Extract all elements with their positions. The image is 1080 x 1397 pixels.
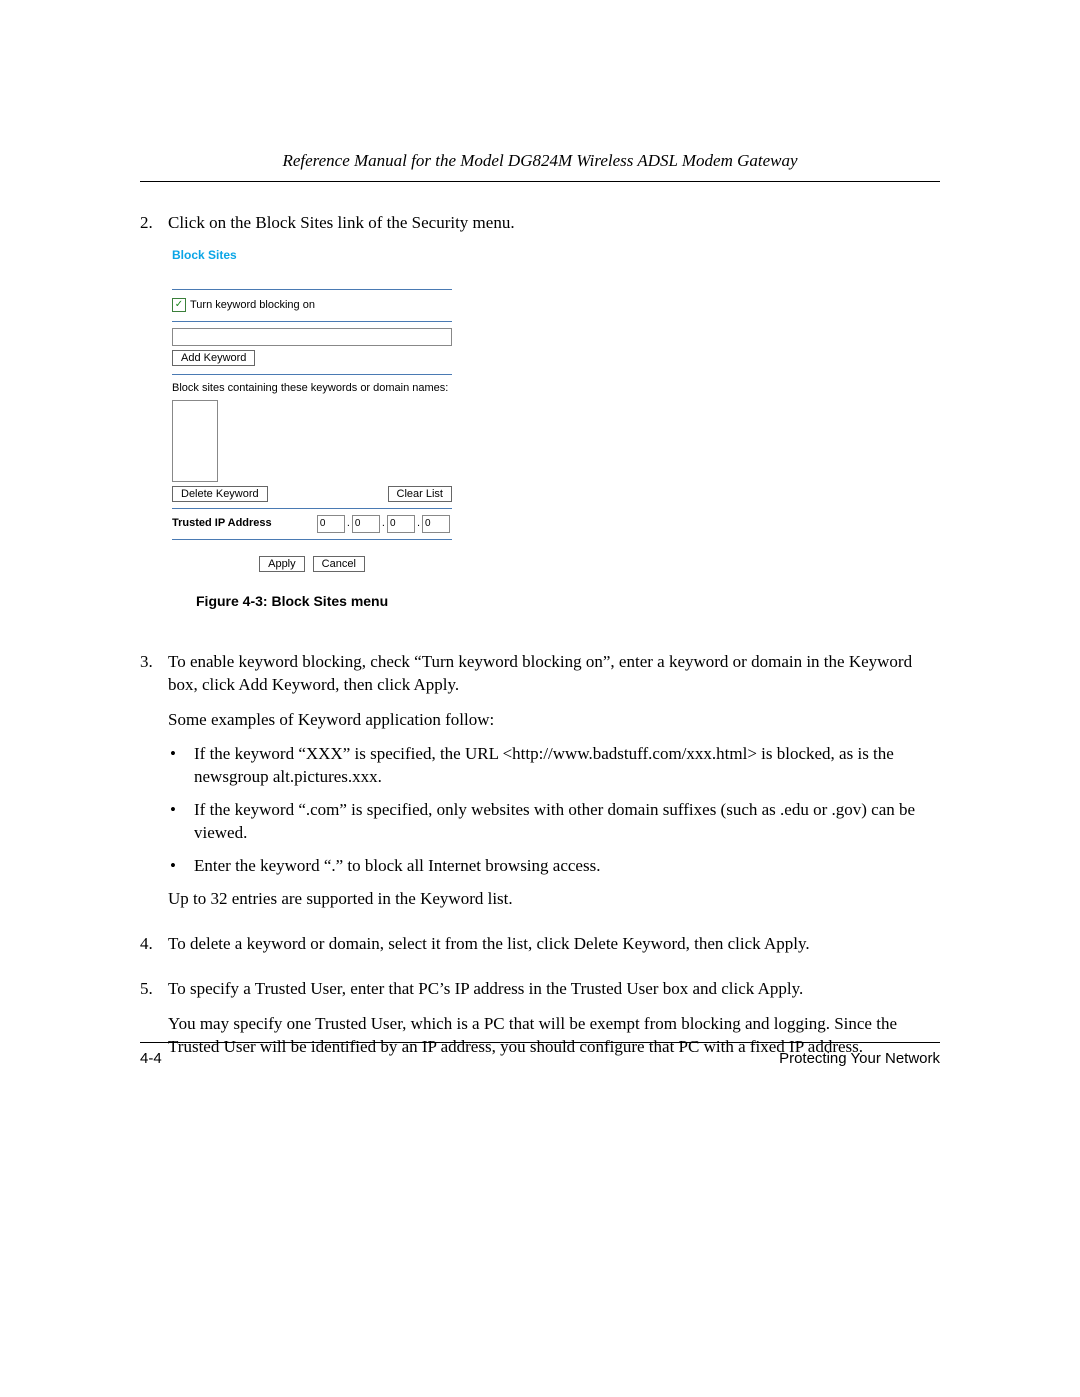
cancel-button[interactable]: Cancel: [313, 556, 365, 572]
checkbox-label: Turn keyword blocking on: [190, 298, 315, 313]
page-footer: 4-4 Protecting Your Network: [140, 1042, 940, 1069]
step-number: 4.: [140, 933, 168, 968]
step-text: Some examples of Keyword application fol…: [168, 709, 940, 732]
clear-list-button[interactable]: Clear List: [388, 486, 452, 502]
ip-octet-3[interactable]: 0: [387, 515, 415, 533]
trusted-ip-input-group: 0. 0. 0. 0: [315, 515, 452, 533]
step-text: To delete a keyword or domain, select it…: [168, 933, 940, 956]
bullet-text: Enter the keyword “.” to block all Inter…: [194, 855, 600, 878]
list-item: • Enter the keyword “.” to block all Int…: [168, 855, 940, 878]
step-text: Click on the Block Sites link of the Sec…: [168, 212, 940, 235]
step-text: Up to 32 entries are supported in the Ke…: [168, 888, 940, 911]
ip-octet-4[interactable]: 0: [422, 515, 450, 533]
block-list-label: Block sites containing these keywords or…: [172, 381, 452, 396]
list-item: • If the keyword “XXX” is specified, the…: [168, 743, 940, 789]
ip-octet-1[interactable]: 0: [317, 515, 345, 533]
step-text: To specify a Trusted User, enter that PC…: [168, 978, 940, 1001]
add-keyword-button[interactable]: Add Keyword: [172, 350, 255, 366]
document-header: Reference Manual for the Model DG824M Wi…: [140, 150, 940, 182]
page-number: 4-4: [140, 1049, 162, 1069]
bullet-icon: •: [168, 743, 194, 789]
keyword-listbox[interactable]: [172, 400, 218, 482]
bullet-icon: •: [168, 855, 194, 878]
step-text: To enable keyword blocking, check “Turn …: [168, 651, 940, 697]
bullet-icon: •: [168, 799, 194, 845]
section-title: Protecting Your Network: [779, 1049, 940, 1069]
ip-octet-2[interactable]: 0: [352, 515, 380, 533]
ordered-list: 2. Click on the Block Sites link of the …: [140, 212, 940, 1071]
list-item-4: 4. To delete a keyword or domain, select…: [140, 933, 940, 968]
ui-title: Block Sites: [172, 247, 452, 263]
keyword-examples-list: • If the keyword “XXX” is specified, the…: [168, 743, 940, 878]
trusted-ip-label: Trusted IP Address: [172, 516, 272, 531]
list-item-2: 2. Click on the Block Sites link of the …: [140, 212, 940, 641]
step-number: 2.: [140, 212, 168, 641]
bullet-text: If the keyword “.com” is specified, only…: [194, 799, 940, 845]
keyword-input[interactable]: [172, 328, 452, 346]
apply-button[interactable]: Apply: [259, 556, 305, 572]
block-sites-ui: Block Sites ✓ Turn keyword blocking on A…: [172, 247, 452, 572]
list-item-3: 3. To enable keyword blocking, check “Tu…: [140, 651, 940, 923]
bullet-text: If the keyword “XXX” is specified, the U…: [194, 743, 940, 789]
list-item: • If the keyword “.com” is specified, on…: [168, 799, 940, 845]
turn-keyword-blocking-checkbox[interactable]: ✓: [172, 298, 186, 312]
figure-caption: Figure 4-3: Block Sites menu: [196, 592, 940, 611]
page: Reference Manual for the Model DG824M Wi…: [0, 0, 1080, 1397]
step-number: 3.: [140, 651, 168, 923]
delete-keyword-button[interactable]: Delete Keyword: [172, 486, 268, 502]
